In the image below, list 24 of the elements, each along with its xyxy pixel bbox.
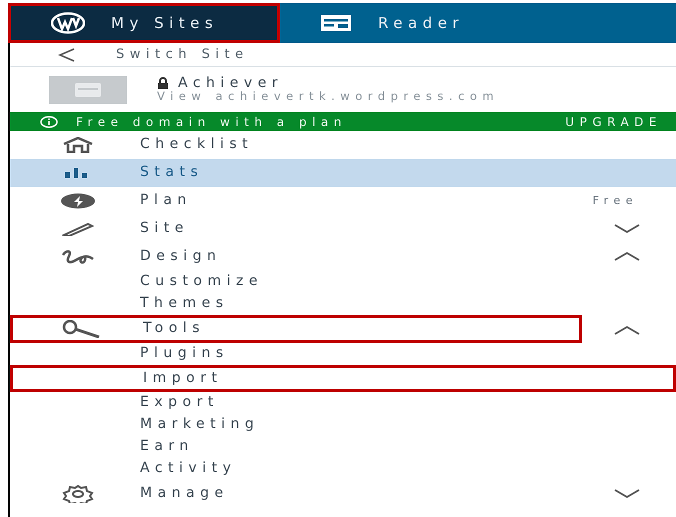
- menu-item[interactable]: Stats: [10, 159, 676, 187]
- menu-item[interactable]: Tools: [10, 315, 582, 343]
- upgrade-link[interactable]: UPGRADE: [565, 112, 662, 130]
- chevron-up-icon[interactable]: [614, 251, 640, 262]
- pencil-icon: [62, 222, 94, 236]
- reader-icon: [320, 14, 352, 32]
- site-icon: [74, 82, 102, 98]
- lock-icon: [157, 76, 169, 89]
- plan-icon: [60, 193, 96, 209]
- plan-label: Free: [592, 194, 638, 208]
- submenu-item[interactable]: Import: [10, 365, 676, 392]
- site-thumbnail[interactable]: [49, 76, 127, 104]
- banner-text: Free domain with a plan: [76, 114, 347, 130]
- gear-icon: [62, 485, 94, 503]
- squiggle-icon: [61, 249, 95, 265]
- wrench-icon: [61, 320, 101, 338]
- chevron-down-icon[interactable]: [614, 488, 640, 498]
- site-name[interactable]: Achiever: [178, 76, 284, 90]
- chevron-down-icon[interactable]: [614, 223, 640, 234]
- nav-tab[interactable]: Reader: [280, 3, 570, 43]
- chevron-up-icon[interactable]: [614, 324, 640, 335]
- info-icon: [40, 116, 58, 128]
- house-icon: [62, 137, 94, 153]
- nav-tab[interactable]: My Sites: [8, 3, 280, 43]
